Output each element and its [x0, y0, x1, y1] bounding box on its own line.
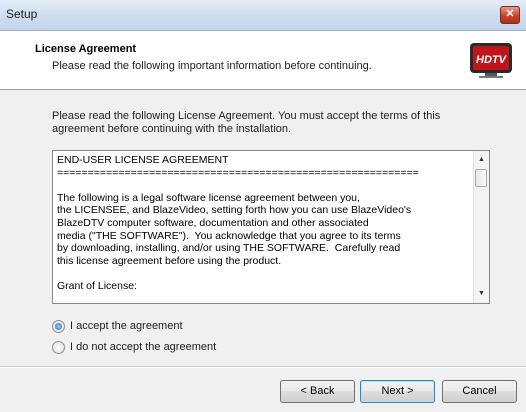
header-panel: License Agreement Please read the follow… [0, 31, 526, 90]
license-line: The following is a legal software licens… [57, 191, 360, 204]
license-line [57, 179, 469, 192]
setup-window: Setup ✕ License Agreement Please read th… [0, 0, 526, 412]
close-button[interactable]: ✕ [500, 6, 520, 24]
license-textbox[interactable]: END-USER LICENSE AGREEMENT ==============… [52, 150, 490, 304]
page-title: License Agreement [35, 43, 137, 55]
logo-text: HDTV [476, 54, 508, 66]
license-line: ========================================… [57, 166, 419, 179]
cancel-button[interactable]: Cancel [442, 380, 517, 403]
next-button[interactable]: Next > [360, 380, 435, 403]
footer-divider [0, 366, 526, 368]
back-button[interactable]: < Back [280, 380, 355, 403]
close-icon: ✕ [505, 8, 515, 20]
decline-radio[interactable] [52, 340, 65, 354]
accept-radio-label[interactable]: I accept the agreement [70, 320, 183, 332]
accept-radio[interactable] [52, 319, 65, 333]
scroll-down-icon[interactable]: ▼ [474, 287, 489, 301]
license-line: Grant of License: [57, 279, 137, 292]
license-line: END-USER LICENSE AGREEMENT [57, 154, 229, 166]
license-line: media ("THE SOFTWARE"). You acknowledge … [57, 229, 401, 242]
license-scrollbar[interactable]: ▲ ▼ [473, 151, 489, 303]
license-line: by downloading, installing, and/or using… [57, 242, 401, 255]
hdtv-logo-icon: HDTV [470, 43, 512, 78]
accept-radio-row[interactable]: I accept the agreement [52, 318, 183, 334]
decline-radio-row[interactable]: I do not accept the agreement [52, 339, 216, 355]
license-line [57, 267, 469, 280]
title-bar: Setup ✕ [0, 0, 526, 31]
license-text: END-USER LICENSE AGREEMENT ==============… [57, 154, 469, 293]
window-title: Setup [6, 7, 38, 21]
page-subtitle: Please read the following important info… [52, 60, 372, 72]
license-line: BlazeDTV computer software, documentatio… [57, 216, 369, 229]
decline-radio-label[interactable]: I do not accept the agreement [70, 341, 216, 353]
scroll-up-icon[interactable]: ▲ [474, 153, 489, 167]
scroll-thumb[interactable] [475, 169, 487, 187]
license-line: this license agreement before using the … [57, 254, 282, 267]
intro-text: Please read the following License Agreem… [52, 110, 441, 135]
license-line: the LICENSEE, and BlazeVideo, setting fo… [57, 204, 412, 217]
